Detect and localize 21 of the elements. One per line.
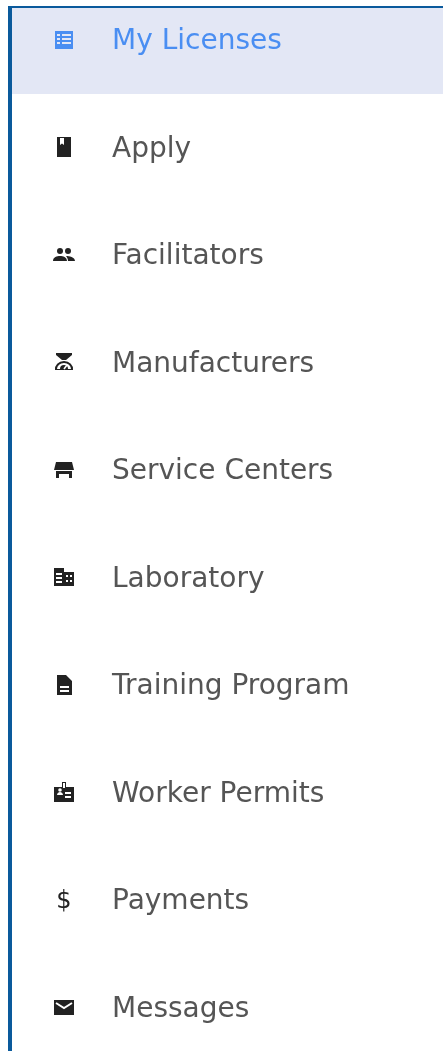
sidebar-item[interactable]: Manufacturers — [12, 308, 443, 416]
sidebar-item-label: Payments — [112, 883, 250, 917]
sidebar-item-label: Manufacturers — [112, 345, 315, 379]
dollar-icon: $ — [56, 887, 72, 912]
sidebar-item-label: Apply — [112, 130, 192, 164]
sidebar-item[interactable]: Messages — [12, 953, 443, 1051]
badge-icon — [52, 780, 76, 805]
sidebar-item-label: Facilitators — [112, 238, 264, 272]
sidebar-item[interactable]: Apply — [12, 93, 443, 201]
sidebar-item-label: Worker Permits — [112, 775, 325, 809]
sidebar-item[interactable]: Facilitators — [12, 201, 443, 309]
sidebar-item-label: Messages — [112, 990, 250, 1024]
sidebar-item[interactable]: Service Centers — [12, 416, 443, 524]
sidebar-item-label: Training Program — [112, 668, 350, 702]
sidebar-item[interactable]: $ Payments — [12, 846, 443, 954]
sidebar-item-label: Service Centers — [112, 453, 334, 487]
sidebar-item[interactable]: Training Program — [12, 631, 443, 739]
sidebar-item-label: My Licenses — [112, 23, 282, 57]
sidebar-item[interactable]: Worker Permits — [12, 738, 443, 846]
sidebar-item-label: Laboratory — [112, 560, 265, 594]
sidebar-item[interactable]: Laboratory — [12, 523, 443, 631]
